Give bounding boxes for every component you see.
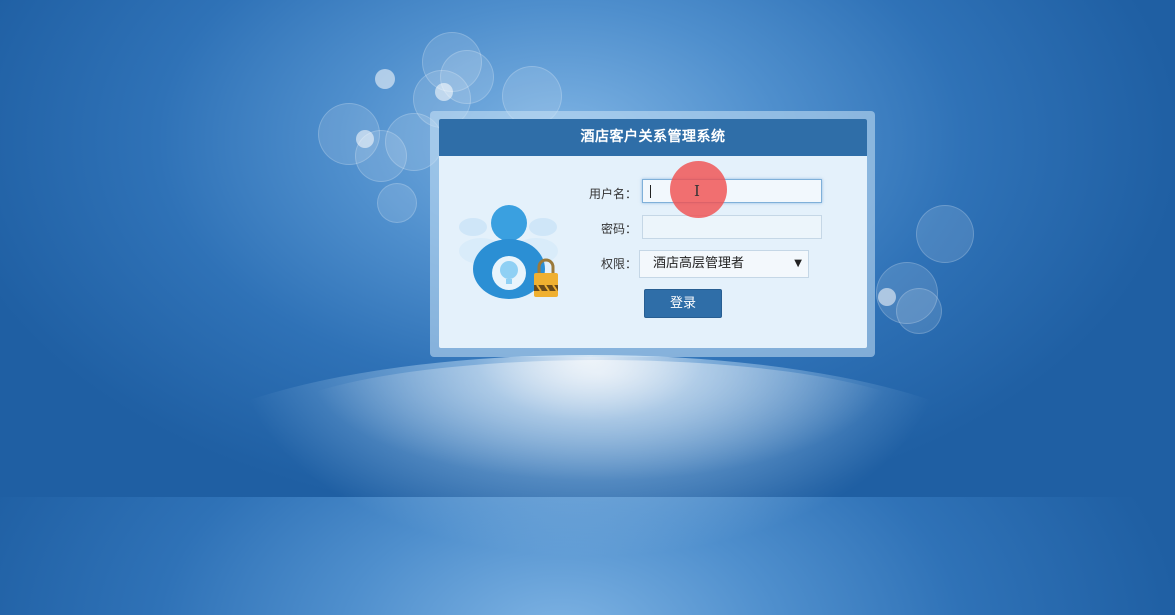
text-cursor-icon: I (694, 182, 700, 200)
horizon-glow (260, 360, 940, 500)
user-lock-icon (459, 205, 558, 299)
role-select[interactable]: 酒店高层管理者 ▼ (639, 250, 809, 278)
username-label: 用户名： (588, 187, 637, 201)
dropdown-arrow-icon: ▼ (794, 258, 802, 269)
bokeh-bubble (878, 288, 896, 306)
bokeh-bubble (916, 205, 974, 263)
login-panel: 酒店客户关系管理系统 用户名： 密码： 权限： 酒店高层管理者 ▼ 登录 (439, 119, 867, 348)
password-label: 密码： (600, 222, 637, 236)
login-button[interactable]: 登录 (644, 289, 722, 318)
text-caret (650, 185, 651, 198)
bokeh-bubble (435, 83, 453, 101)
bokeh-bubble (896, 288, 942, 334)
bokeh-bubble (356, 130, 374, 148)
bokeh-bubble (377, 183, 417, 223)
panel-title: 酒店客户关系管理系统 (439, 119, 867, 156)
bokeh-bubble (375, 69, 395, 89)
password-field[interactable] (642, 215, 822, 239)
role-selected-value: 酒店高层管理者 (653, 256, 745, 271)
role-label: 权限： (600, 257, 637, 271)
username-field[interactable] (642, 179, 822, 203)
